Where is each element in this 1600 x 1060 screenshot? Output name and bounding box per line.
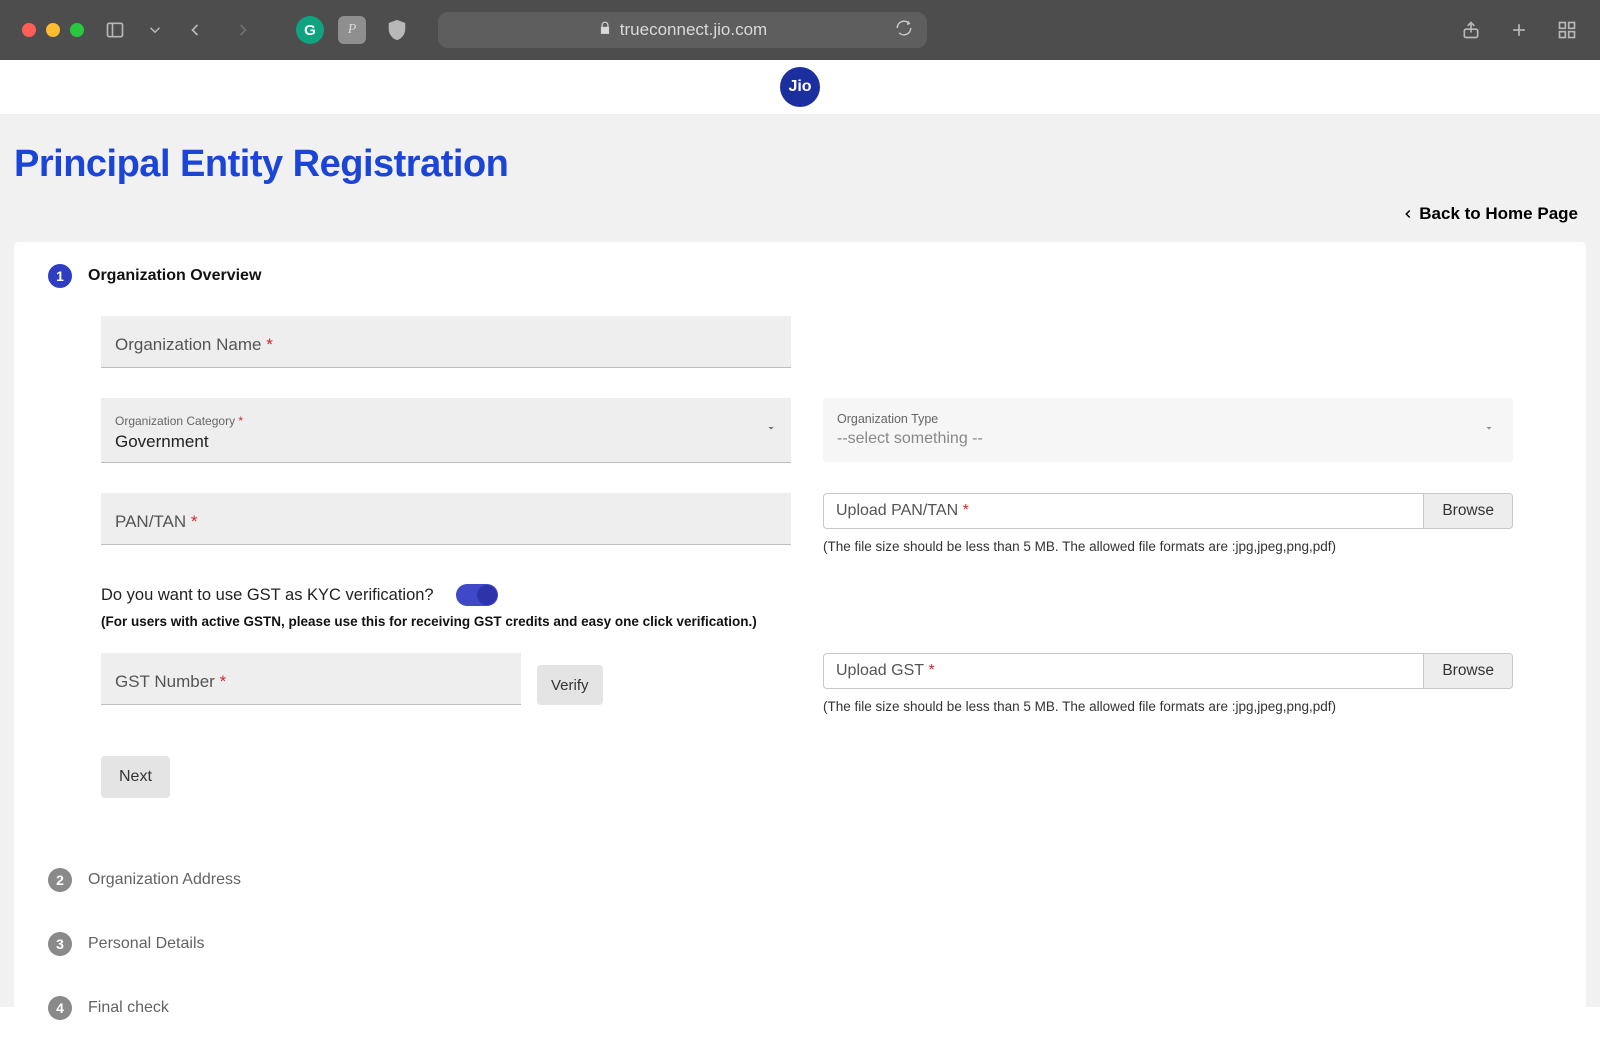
nav-back-icon[interactable] bbox=[178, 13, 212, 47]
sidebar-toggle-icon[interactable] bbox=[98, 13, 132, 47]
upload-gst-browse-button[interactable]: Browse bbox=[1423, 654, 1512, 688]
step-3-label: Personal Details bbox=[88, 935, 205, 953]
reload-icon[interactable] bbox=[895, 19, 913, 42]
upload-pan-helper: (The file size should be less than 5 MB.… bbox=[823, 539, 1513, 554]
upload-pan-row: Upload PAN/TAN * Browse bbox=[823, 493, 1513, 529]
upload-pan-browse-button[interactable]: Browse bbox=[1423, 494, 1512, 528]
content-area: 1 Organization Overview Organization Nam… bbox=[0, 242, 1600, 1007]
grammarly-extension-icon[interactable]: G bbox=[296, 16, 324, 44]
lock-icon bbox=[598, 20, 612, 40]
window-controls bbox=[22, 23, 84, 37]
toggle-knob bbox=[477, 585, 497, 605]
org-type-placeholder: --select something -- bbox=[837, 430, 1499, 448]
address-bar[interactable]: trueconnect.jio.com bbox=[438, 12, 927, 48]
org-category-label: Organization Category * bbox=[115, 414, 777, 428]
window-maximize[interactable] bbox=[70, 23, 84, 37]
registration-card: 1 Organization Overview Organization Nam… bbox=[14, 242, 1586, 1060]
page-header: Principal Entity Registration Back to Ho… bbox=[0, 115, 1600, 242]
gst-kyc-toggle[interactable] bbox=[456, 584, 498, 606]
step-2-label: Organization Address bbox=[88, 871, 241, 889]
chevron-down-icon bbox=[765, 421, 777, 439]
gst-kyc-row: Do you want to use GST as KYC verificati… bbox=[101, 584, 1566, 606]
org-type-select[interactable]: Organization Type --select something -- bbox=[823, 398, 1513, 462]
org-name-label: Organization Name * bbox=[115, 335, 777, 355]
page-title: Principal Entity Registration bbox=[14, 143, 1586, 186]
step-3-number: 3 bbox=[48, 932, 72, 956]
org-category-select[interactable]: Organization Category * Government bbox=[101, 398, 791, 463]
upload-gst-helper: (The file size should be less than 5 MB.… bbox=[823, 699, 1513, 714]
upload-gst-row: Upload GST * Browse bbox=[823, 653, 1513, 689]
chevron-down-icon[interactable] bbox=[146, 13, 164, 47]
back-to-home-label: Back to Home Page bbox=[1419, 204, 1578, 224]
org-category-value: Government bbox=[115, 432, 777, 452]
org-type-label: Organization Type bbox=[837, 412, 1499, 426]
step-2-number: 2 bbox=[48, 868, 72, 892]
step-2-header[interactable]: 2 Organization Address bbox=[48, 868, 1566, 892]
org-name-field[interactable]: Organization Name * bbox=[101, 316, 791, 368]
step-1-label: Organization Overview bbox=[88, 267, 261, 285]
tab-overview-icon[interactable] bbox=[1550, 13, 1584, 47]
chevron-down-icon bbox=[1483, 421, 1495, 439]
window-close[interactable] bbox=[22, 23, 36, 37]
step-1-body: Organization Name * Organization Categor… bbox=[60, 298, 1566, 828]
verify-button[interactable]: Verify bbox=[537, 665, 603, 705]
step-4-label: Final check bbox=[88, 999, 169, 1017]
gst-kyc-question: Do you want to use GST as KYC verificati… bbox=[101, 586, 434, 605]
brand-header: Jio bbox=[0, 60, 1600, 115]
upload-gst-placeholder[interactable]: Upload GST * bbox=[824, 654, 1423, 688]
browser-chrome: G P trueconnect.jio.com bbox=[0, 0, 1600, 60]
jio-logo[interactable]: Jio bbox=[780, 67, 820, 107]
upload-pan-placeholder[interactable]: Upload PAN/TAN * bbox=[824, 494, 1423, 528]
step-3-header[interactable]: 3 Personal Details bbox=[48, 932, 1566, 956]
window-minimize[interactable] bbox=[46, 23, 60, 37]
step-1-header[interactable]: 1 Organization Overview bbox=[48, 264, 1566, 288]
share-icon[interactable] bbox=[1454, 13, 1488, 47]
new-tab-icon[interactable] bbox=[1502, 13, 1536, 47]
back-to-home-link[interactable]: Back to Home Page bbox=[1401, 204, 1578, 224]
step-1-number: 1 bbox=[48, 264, 72, 288]
extension-icon[interactable]: P bbox=[338, 16, 366, 44]
gst-number-field[interactable]: GST Number * bbox=[101, 653, 521, 705]
privacy-shield-icon[interactable] bbox=[380, 13, 414, 47]
gst-number-label: GST Number * bbox=[115, 672, 507, 692]
nav-forward-icon bbox=[226, 13, 260, 47]
gst-kyc-note: (For users with active GSTN, please use … bbox=[101, 614, 1566, 629]
pan-tan-label: PAN/TAN * bbox=[115, 512, 777, 532]
url-text: trueconnect.jio.com bbox=[620, 20, 767, 40]
pan-tan-field[interactable]: PAN/TAN * bbox=[101, 493, 791, 545]
next-button[interactable]: Next bbox=[101, 756, 170, 798]
chevron-left-icon bbox=[1401, 207, 1415, 221]
